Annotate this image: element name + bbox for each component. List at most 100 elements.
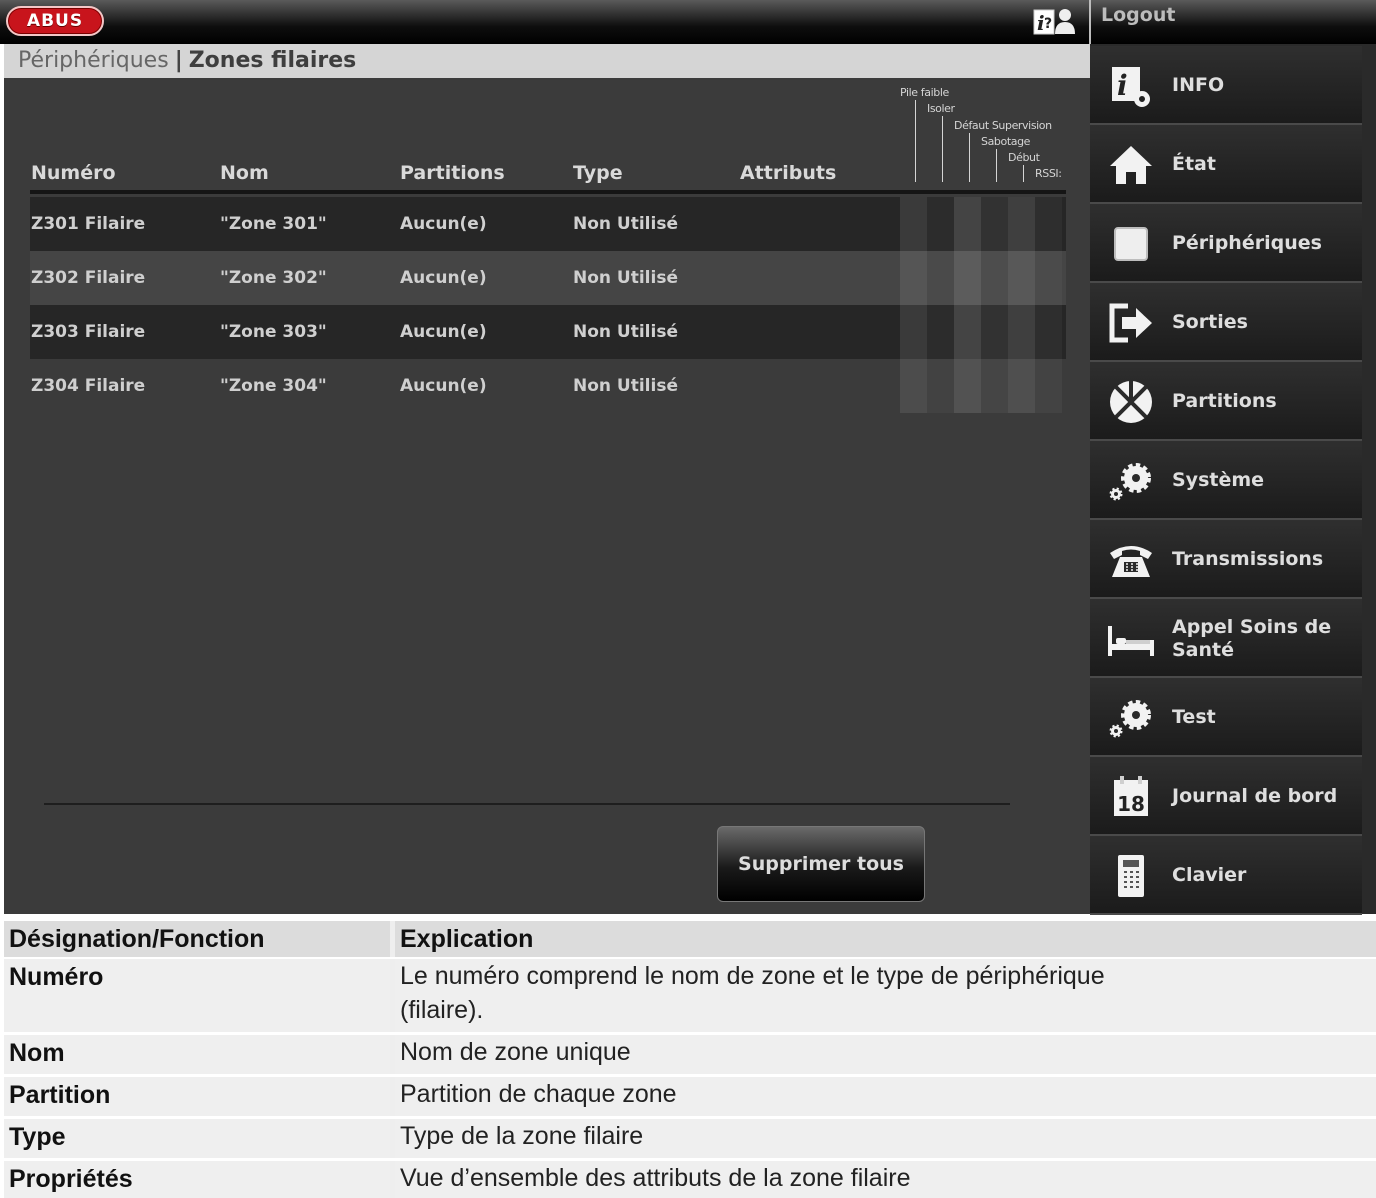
attr-cell (1008, 197, 1035, 251)
sidebar-item-clavier[interactable]: Clavier (1090, 836, 1362, 915)
explanation-designation: Numéro (9, 963, 104, 991)
attr-cell (981, 251, 1008, 305)
sidebar-item-sorties[interactable]: Sorties (1090, 283, 1362, 362)
sidebar-item-label: Transmissions (1172, 548, 1324, 570)
sidebar-item-label: Partitions (1172, 390, 1277, 412)
column-header-attributs: Attributs (740, 162, 837, 184)
sidebar-item-label: État (1172, 153, 1216, 175)
sidebar-item-label: Test (1172, 706, 1216, 728)
cell-partitions: Aucun(e) (400, 376, 487, 396)
help-user-icon[interactable]: i ? (1033, 6, 1077, 36)
table-row[interactable]: Z301 Filaire "Zone 301" Aucun(e) Non Uti… (30, 197, 1066, 251)
sidebar-item-systeme[interactable]: Système (1090, 441, 1362, 520)
explanation-row: Type Type de la zone filaire (4, 1119, 1376, 1158)
attr-cell (927, 359, 954, 413)
explanation-header-explication: Explication (400, 925, 534, 953)
sidebar-item-test[interactable]: Test (1090, 678, 1362, 757)
gears-icon (1109, 463, 1151, 501)
sidebar-item-peripheriques[interactable]: Périphériques (1090, 204, 1362, 283)
attr-cell (1008, 359, 1035, 413)
sidebar-item-transmissions[interactable]: Transmissions (1090, 520, 1362, 599)
sidebar-item-label: Système (1172, 469, 1265, 491)
explanation-designation: Type (9, 1123, 66, 1151)
sidebar-item-label: Appel Soins de Santé (1172, 615, 1332, 661)
attr-cell (1035, 305, 1062, 359)
sidebar-item-partitions[interactable]: Partitions (1090, 362, 1362, 441)
exit-arrow-icon (1109, 303, 1152, 343)
attr-cell (900, 197, 927, 251)
breadcrumb-parent[interactable]: Périphériques (18, 48, 169, 73)
column-header-partitions: Partitions (400, 162, 505, 184)
explanation-text: Partition de chaque zone (400, 1080, 677, 1108)
info-gear-icon: i (1112, 67, 1150, 107)
explanation-text: Type de la zone filaire (400, 1122, 644, 1150)
explanation-header-designation: Désignation/Fonction (9, 925, 265, 953)
home-icon (1110, 146, 1152, 184)
explanation-designation: Partition (9, 1081, 111, 1109)
attr-label-defaut-supervision: Défaut Supervision (954, 119, 1052, 132)
table-row[interactable]: Z303 Filaire "Zone 303" Aucun(e) Non Uti… (30, 305, 1066, 359)
sidebar-item-info[interactable]: i INFO (1090, 46, 1362, 125)
sidebar-item-etat[interactable]: État (1090, 125, 1362, 204)
sidebar-item-label: INFO (1172, 74, 1225, 96)
attr-divider (969, 133, 970, 182)
sidebar-item-appel-soins-sante[interactable]: Appel Soins de Santé (1090, 599, 1362, 678)
logout-button[interactable]: Logout (1101, 4, 1175, 26)
table-row[interactable]: Z304 Filaire "Zone 304" Aucun(e) Non Uti… (30, 359, 1066, 413)
attr-divider (942, 116, 943, 182)
cell-partitions: Aucun(e) (400, 268, 487, 288)
cell-partitions: Aucun(e) (400, 322, 487, 342)
explanation-text: Nom de zone unique (400, 1038, 631, 1066)
cell-type: Non Utilisé (573, 376, 678, 396)
cell-nom: "Zone 301" (220, 214, 327, 234)
attr-cell (1035, 359, 1062, 413)
explanation-text: (filaire). (400, 996, 484, 1024)
main-panel: Périphériques | Zones filaires Numéro Nom … (4, 44, 1090, 914)
attr-label-sabotage: Sabotage (981, 135, 1031, 148)
attr-cell (927, 197, 954, 251)
attr-label-rssi: RSSI: (1035, 167, 1062, 180)
calendar-icon: 18 (1114, 776, 1148, 816)
telephone-icon (1110, 546, 1152, 577)
attr-divider (996, 149, 997, 182)
attr-cell (954, 197, 981, 251)
sidebar-item-label: Sorties (1172, 311, 1248, 333)
attr-cell (981, 197, 1008, 251)
explanation-text: Vue d’ensemble des attributs de la zone … (400, 1164, 911, 1192)
cell-partitions: Aucun(e) (400, 214, 487, 234)
attr-label-isoler: Isoler (927, 102, 955, 115)
sidebar-item-label: Journal de bord (1172, 785, 1338, 807)
column-header-numero: Numéro (31, 162, 116, 184)
attr-cell (1035, 197, 1062, 251)
keypad-icon (1118, 855, 1144, 897)
explanation-row: Partition Partition de chaque zone (4, 1077, 1376, 1116)
explanation-row: Propriétés Vue d’ensemble des attributs … (4, 1161, 1376, 1198)
breadcrumb-separator: | (174, 48, 183, 73)
device-square-icon (1114, 227, 1148, 261)
explanation-row: Nom Nom de zone unique (4, 1035, 1376, 1074)
attr-cell (954, 251, 981, 305)
bed-icon (1108, 626, 1154, 656)
attr-cell (1008, 305, 1035, 359)
attr-cell (927, 251, 954, 305)
delete-all-button[interactable]: Supprimer tous (717, 826, 925, 902)
sidebar-item-journal-de-bord[interactable]: 18 Journal de bord (1090, 757, 1362, 836)
cell-numero: Z301 Filaire (31, 214, 146, 234)
top-bar: ABUS i ? Logout (0, 0, 1376, 44)
svg-text:?: ? (1044, 16, 1052, 32)
attr-divider (915, 100, 916, 182)
breadcrumb: Périphériques | Zones filaires (4, 44, 1090, 78)
abus-logo: ABUS (6, 6, 104, 36)
cell-type: Non Utilisé (573, 322, 678, 342)
attr-cell (1035, 251, 1062, 305)
explanation-row: Numéro Le numéro comprend le nom de zone… (4, 959, 1376, 1032)
attr-cell (900, 251, 927, 305)
cell-nom: "Zone 302" (220, 268, 327, 288)
header-divider (30, 190, 1066, 194)
cell-nom: "Zone 303" (220, 322, 327, 342)
sidebar-item-label: Périphériques (1172, 232, 1322, 254)
table-row[interactable]: Z302 Filaire "Zone 302" Aucun(e) Non Uti… (30, 251, 1066, 305)
calendar-day: 18 (1117, 792, 1145, 816)
attr-label-pile-faible: Pile faible (900, 86, 949, 99)
cell-numero: Z304 Filaire (31, 376, 146, 396)
